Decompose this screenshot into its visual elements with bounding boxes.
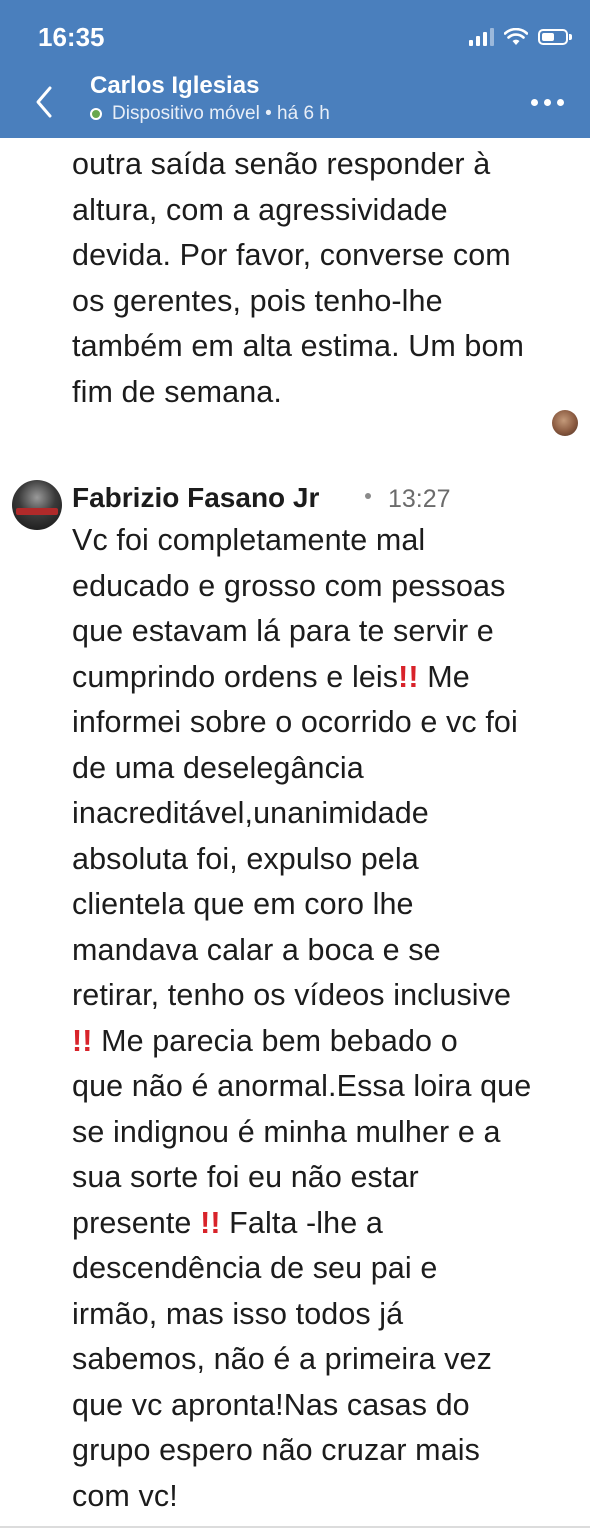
separator-dot xyxy=(365,493,371,499)
message-line: grupo espero não cruzar mais xyxy=(72,1433,480,1467)
message-line: !! Me parecia bem bebado o xyxy=(72,1023,458,1058)
message-line: sabemos, não é a primeira vez xyxy=(72,1342,492,1376)
message-line: mandava calar a boca e se xyxy=(72,932,441,967)
battery-icon xyxy=(538,29,572,45)
seen-receipt-avatar xyxy=(552,410,578,436)
double-exclamation-icon: !! xyxy=(398,659,419,694)
chat-header: 16:35 Carlos Iglesias Dispositivo móvel … xyxy=(0,0,590,138)
sender-avatar[interactable] xyxy=(12,480,62,530)
message-line: que vc apronta!Nas casas do xyxy=(72,1387,470,1422)
message-line: sua sorte foi eu não estar xyxy=(72,1160,419,1194)
message-line: outra saída senão responder à xyxy=(72,147,491,181)
double-exclamation-icon: !! xyxy=(72,1023,93,1058)
message-line: se indignou é minha mulher e a xyxy=(72,1114,501,1149)
message-line: presente !! Falta -lhe a xyxy=(72,1205,383,1240)
message-time: 13:27 xyxy=(388,485,451,513)
message-line: fim de semana. xyxy=(72,374,282,409)
contact-name[interactable]: Carlos Iglesias xyxy=(90,72,259,100)
message-line: clientela que em coro lhe xyxy=(72,887,414,921)
status-time: 16:35 xyxy=(38,22,105,52)
message-line: os gerentes, pois tenho-lhe xyxy=(72,283,443,318)
online-indicator-icon xyxy=(90,108,102,120)
chevron-left-icon[interactable] xyxy=(30,82,60,122)
message-line: que não é anormal.Essa loira que xyxy=(72,1069,532,1103)
message-line: altura, com a agressividade xyxy=(72,192,448,227)
contact-status-text: Dispositivo móvel • há 6 h xyxy=(112,103,330,124)
contact-status: Dispositivo móvel • há 6 h xyxy=(90,103,330,125)
message-line: devida. Por favor, converse com xyxy=(72,238,511,272)
wifi-icon xyxy=(504,28,528,45)
message-line: cumprindo ordens e leis!! Me xyxy=(72,659,470,694)
message-line: também em alta estima. Um bom xyxy=(72,329,525,363)
message-line: absoluta foi, expulso pela xyxy=(72,841,419,876)
message-text: outra saída senão responder à altura, co… xyxy=(72,142,572,415)
message-line: inacreditável,unanimidade xyxy=(72,796,429,830)
message-line: de uma deselegância xyxy=(72,750,364,785)
message-line: descendência de seu pai e xyxy=(72,1251,438,1285)
message-text: Vc foi completamente mal educado e gross… xyxy=(72,518,572,1519)
message-line: com vc! xyxy=(72,1478,178,1513)
message-line: que estavam lá para te servir e xyxy=(72,614,494,648)
double-exclamation-icon: !! xyxy=(200,1205,221,1240)
message-line: irmão, mas isso todos já xyxy=(72,1296,404,1331)
cellular-signal-icon xyxy=(469,28,494,46)
more-horizontal-icon[interactable] xyxy=(531,99,564,106)
status-icons xyxy=(469,24,572,50)
message-line: educado e grosso com pessoas xyxy=(72,568,506,603)
sender-name[interactable]: Fabrizio Fasano Jr xyxy=(72,482,319,514)
message-line: informei sobre o ocorrido e vc foi xyxy=(72,705,518,739)
divider xyxy=(0,1526,590,1528)
message-line: Vc foi completamente mal xyxy=(72,523,426,557)
message-line: retirar, tenho os vídeos inclusive xyxy=(72,978,512,1012)
